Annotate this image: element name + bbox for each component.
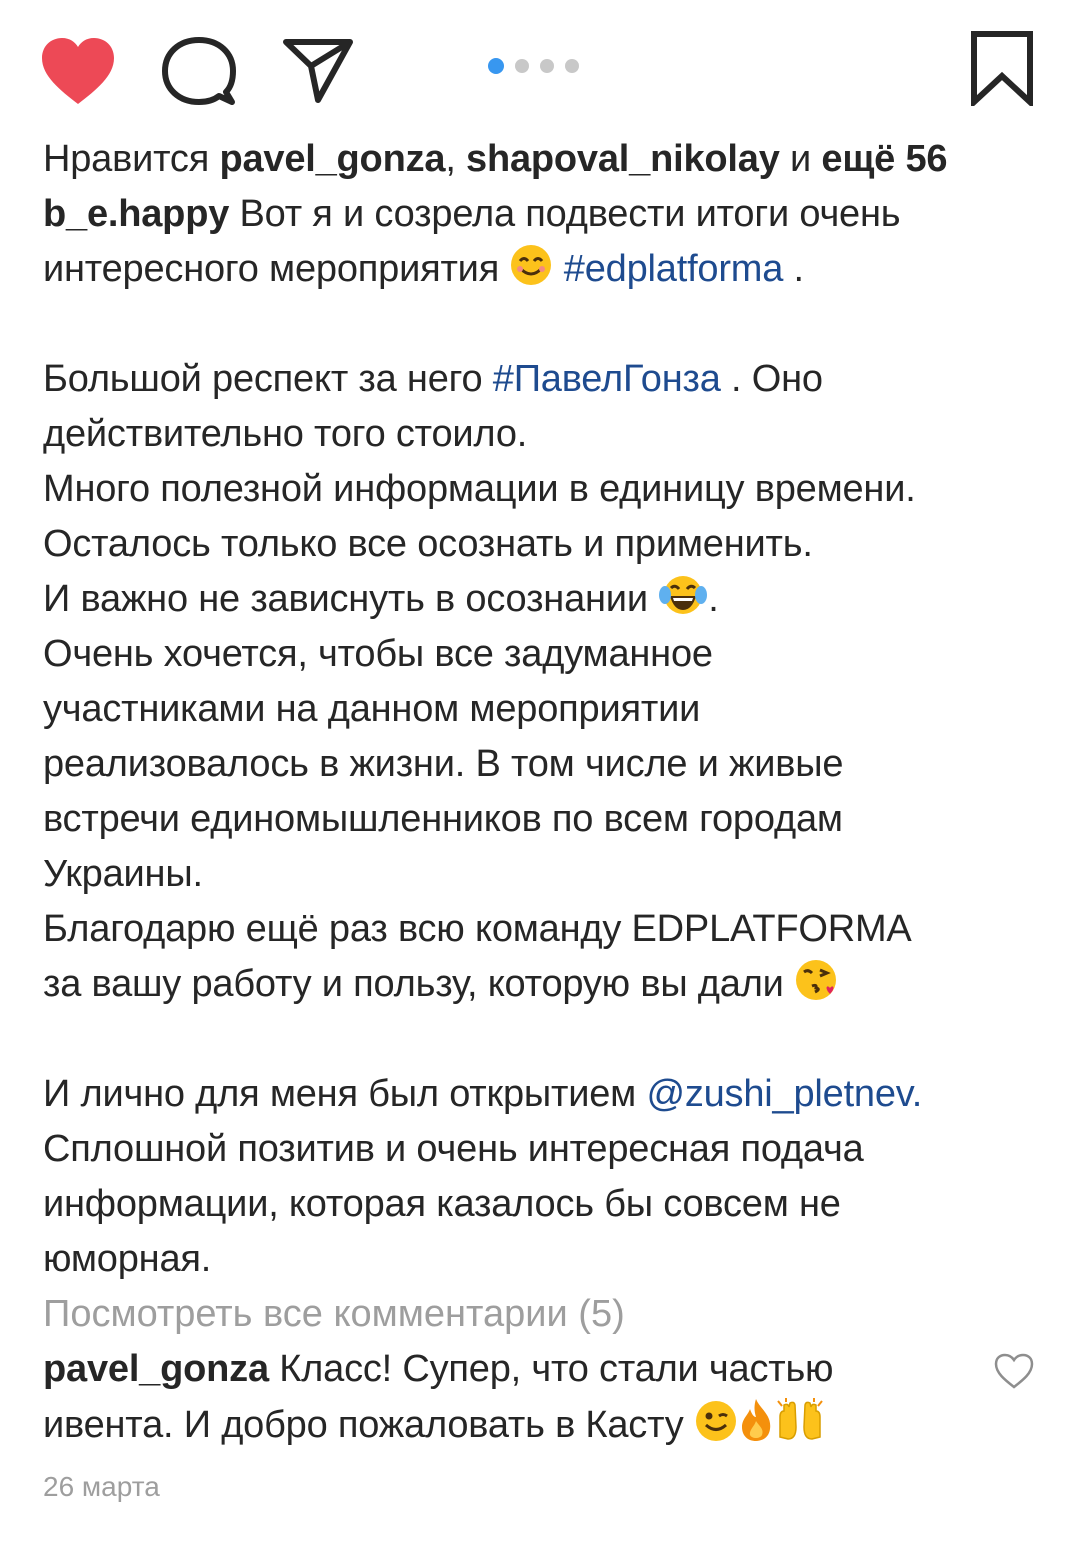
caption-line: действительно того стоило. xyxy=(43,413,528,455)
tears-of-joy-emoji-icon xyxy=(659,576,708,614)
caption-author-link[interactable]: b_e.happy xyxy=(43,193,229,235)
separator: , xyxy=(445,138,467,180)
comment-item: pavel_gonza Класс! Супер, что стали част… xyxy=(43,1342,1043,1453)
caption-line: реализовалось в жизни. В том числе и жив… xyxy=(43,743,844,785)
caption-line: интересного мероприятия #edplatforma . xyxy=(43,242,1043,297)
caption-text: И важно не зависнуть в осознании xyxy=(43,578,659,620)
carousel-indicator xyxy=(488,58,579,74)
view-all-comments-link[interactable]: Посмотреть все комментарии (5) xyxy=(43,1287,1043,1342)
comment-line: ивента. И добро пожаловать в Касту xyxy=(43,1397,1043,1453)
caption-text: И лично для меня был открытием xyxy=(43,1073,647,1115)
caption-line: информации, которая казалось бы совсем н… xyxy=(43,1183,841,1225)
caption-line: юморная. xyxy=(43,1238,212,1280)
conjunction: и xyxy=(779,138,822,180)
caption-line: встречи единомышленников по всем городам xyxy=(43,798,843,840)
post-date: 26 марта xyxy=(43,1471,160,1502)
mention-link[interactable]: @zushi_pletnev. xyxy=(646,1073,922,1115)
heart-filled-icon[interactable] xyxy=(40,36,116,106)
caption-line: Благодарю ещё раз всю команду EDPLATFORM… xyxy=(43,908,912,950)
bookmark-icon[interactable] xyxy=(968,30,1036,106)
post-text: Нравится pavel_gonza, shapoval_nikolay и… xyxy=(43,132,1043,1503)
like-user-link[interactable]: pavel_gonza xyxy=(219,138,445,180)
action-bar xyxy=(0,0,1080,140)
caption-line: b_e.happy Вот я и созрела подвести итоги… xyxy=(43,187,1043,242)
comment-author-link[interactable]: pavel_gonza xyxy=(43,1348,269,1390)
likes-line: Нравится pavel_gonza, shapoval_nikolay и… xyxy=(43,132,1043,187)
carousel-dot xyxy=(515,59,529,73)
caption-line: Большой респект за него #ПавелГонза . Он… xyxy=(43,352,1043,407)
caption-text: за вашу работу и пользу, которую вы дали xyxy=(43,963,795,1005)
raised-hands-emoji-icon xyxy=(777,1398,823,1440)
hashtag-link[interactable]: #edplatforma xyxy=(564,248,784,290)
winking-face-emoji-icon xyxy=(695,1401,736,1441)
caption-text: . xyxy=(708,578,719,620)
comment-bubble-icon[interactable] xyxy=(162,36,236,106)
comment-text: ивента. И добро пожаловать в Касту xyxy=(43,1404,694,1446)
caption-line: за вашу работу и пользу, которую вы дали xyxy=(43,957,1043,1012)
likes-prefix: Нравится xyxy=(43,138,220,180)
caption-text: интересного мероприятия xyxy=(43,248,510,290)
like-user-link[interactable]: shapoval_nikolay xyxy=(466,138,780,180)
caption-line: Много полезной информации в единицу врем… xyxy=(43,468,916,510)
carousel-dot xyxy=(565,59,579,73)
caption-line: И лично для меня был открытием @zushi_pl… xyxy=(43,1067,1043,1122)
hashtag-link[interactable]: #ПавелГонза xyxy=(493,358,721,400)
caption-line: И важно не зависнуть в осознании . xyxy=(43,572,1043,627)
caption-text: Большой респект за него xyxy=(43,358,493,400)
comment-like-heart-icon[interactable] xyxy=(993,1352,1035,1390)
caption-line: Украины. xyxy=(43,853,203,895)
caption-text: . Оно xyxy=(720,358,823,400)
caption-line: Осталось только все осознать и применить… xyxy=(43,523,813,565)
caption-line: Очень хочется, чтобы все задуманное xyxy=(43,633,713,675)
paper-plane-icon[interactable] xyxy=(282,36,354,104)
comment-line: pavel_gonza Класс! Супер, что стали част… xyxy=(43,1342,1043,1397)
carousel-dot xyxy=(540,59,554,73)
likes-more-link[interactable]: ещё 56 xyxy=(821,138,947,180)
caption-line: Сплошной позитив и очень интересная пода… xyxy=(43,1128,864,1170)
caption-text: . xyxy=(783,248,805,290)
kiss-wink-emoji-icon xyxy=(796,960,837,1000)
carousel-dot-active xyxy=(488,58,504,74)
comment-text: Класс! Супер, что стали частью xyxy=(268,1348,834,1390)
smiling-face-emoji-icon xyxy=(511,245,552,285)
fire-emoji-icon xyxy=(741,1399,771,1441)
caption-line: участниками на данном мероприятии xyxy=(43,688,701,730)
caption-text: Вот я и созрела подвести итоги очень xyxy=(229,193,901,235)
